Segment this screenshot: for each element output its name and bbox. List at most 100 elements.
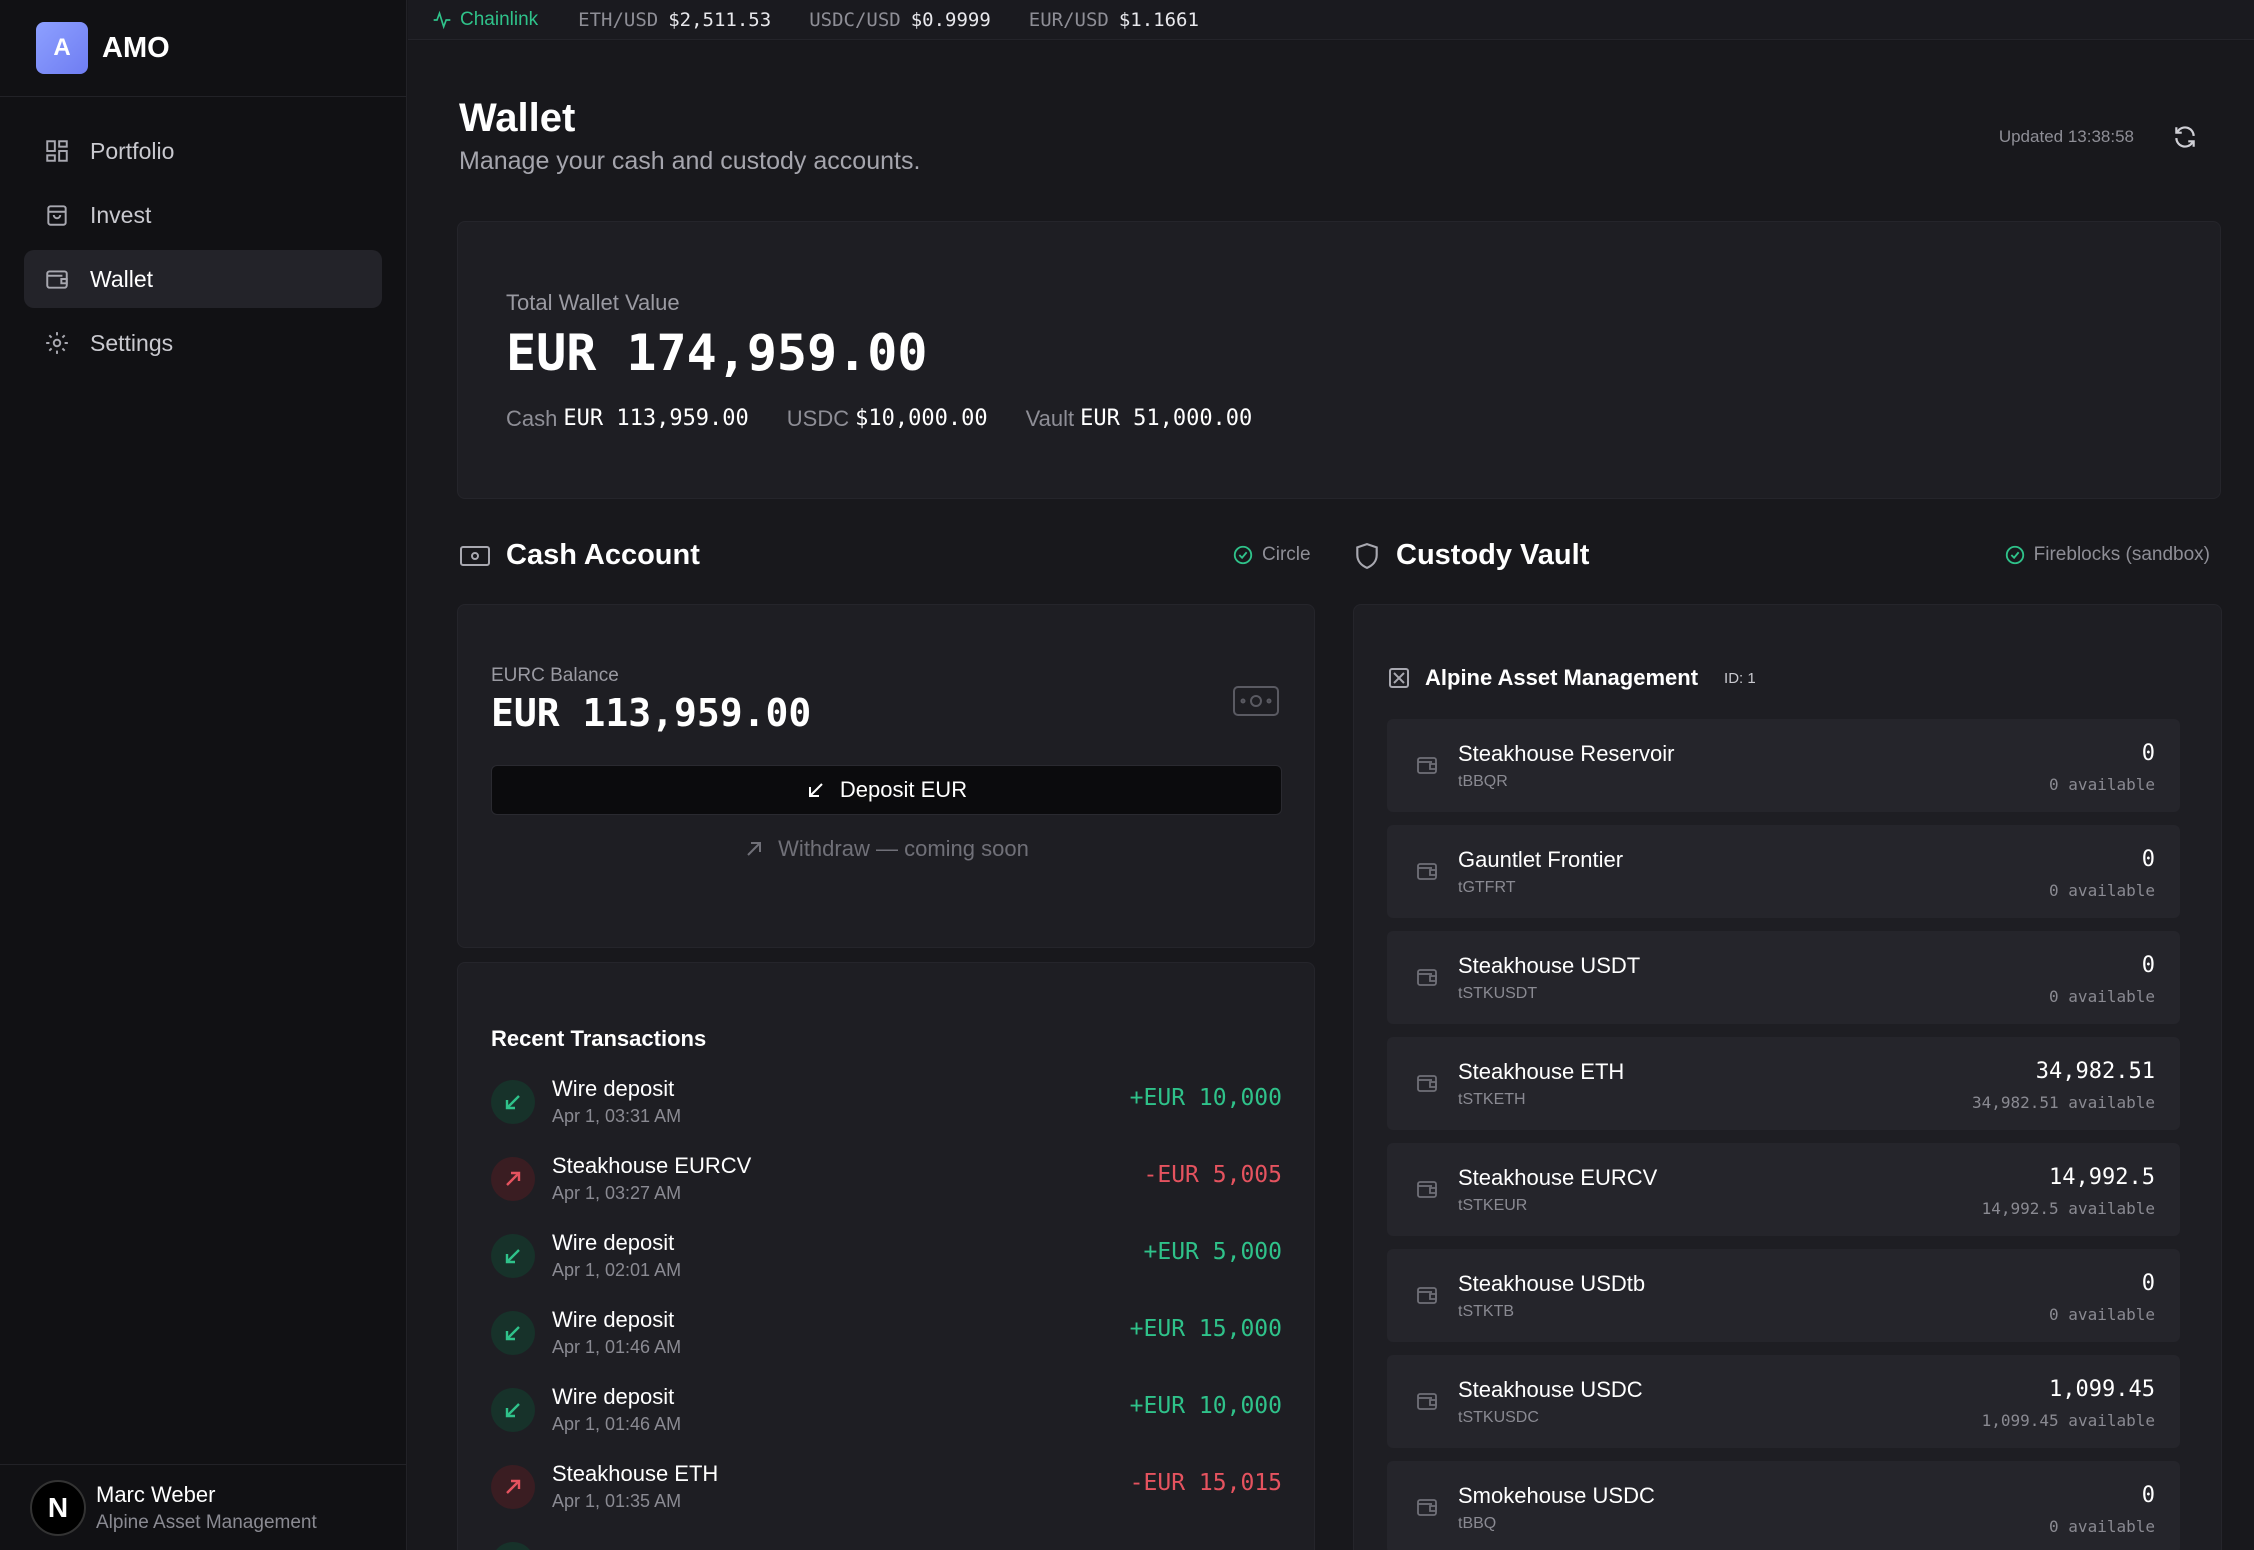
asset-available: 0 available: [2049, 1517, 2155, 1536]
asset-name: Steakhouse EURCV: [1458, 1165, 1658, 1190]
asset-available: 0 available: [2049, 1305, 2155, 1324]
withdraw-button[interactable]: Withdraw — coming soon: [491, 827, 1282, 871]
usdc-value: $10,000.00: [855, 406, 988, 431]
transactions-title: Recent Transactions: [491, 1026, 707, 1051]
eurc-balance-value: EUR 113,959.00: [491, 691, 812, 735]
vault-asset-row[interactable]: Steakhouse USDC tSTKUSDC 1,099.45 1,099.45 …: [1387, 1355, 2180, 1448]
brand[interactable]: A AMO: [0, 0, 406, 97]
asset-name: Smokehouse USDC: [1458, 1483, 1655, 1508]
user-org: Alpine Asset Management: [96, 1511, 317, 1533]
cash-provider: Circle: [1262, 544, 1311, 565]
vault-asset-row[interactable]: Steakhouse ETH tSTKETH 34,982.51 34,982.51 …: [1387, 1037, 2180, 1130]
asset-name: Gauntlet Frontier: [1458, 847, 1624, 872]
wallet-icon: [1415, 1389, 1439, 1413]
brand-name: AMO: [102, 31, 170, 64]
total-wallet-card: Total Wallet Value EUR 174,959.00 Cash E…: [457, 221, 2221, 499]
cash-account-card: EURC Balance EUR 113,959.00 Deposit EUR …: [457, 604, 1315, 948]
transaction-row[interactable]: Steakhouse EURCV Apr 1, 03:27 AM -EUR 5,00…: [491, 1140, 1282, 1217]
asset-name: Steakhouse USDT: [1458, 953, 1641, 978]
chainlink-source: Chainlink: [432, 9, 538, 31]
arrow-up-right-icon: [491, 1156, 535, 1201]
transaction-date: Apr 1, 03:27 AM: [552, 1183, 682, 1203]
user-name: Marc Weber: [96, 1481, 216, 1507]
withdraw-label: Withdraw — coming soon: [778, 836, 1029, 861]
asset-name: Steakhouse USDC: [1458, 1377, 1643, 1402]
wallet-icon: [1415, 859, 1439, 883]
sidebar-item-invest[interactable]: Invest: [24, 186, 382, 244]
sidebar-item-wallet[interactable]: Wallet: [24, 250, 382, 308]
transaction-date: Apr 1, 02:01 AM: [552, 1260, 682, 1280]
ticker-item: EUR/USD $1.1661: [1029, 9, 1199, 31]
vault-provider-status: Fireblocks (sandbox): [2004, 544, 2210, 566]
transaction-amount: -EUR 5,005: [1143, 1162, 1282, 1188]
asset-available: 14,992.5 available: [1981, 1199, 2155, 1218]
cash-label: Cash: [506, 406, 558, 431]
vault-asset-row[interactable]: Gauntlet Frontier tGTFRT 0 0 available: [1387, 825, 2180, 918]
asset-available: 0 available: [2049, 775, 2155, 794]
asset-ticker: tSTKUSDC: [1458, 1409, 1539, 1426]
bag-icon: [47, 205, 67, 226]
vault-asset-row[interactable]: Steakhouse USDtb tSTKTB 0 0 available: [1387, 1249, 2180, 1342]
asset-balance: 0: [2141, 1271, 2155, 1296]
updated-timestamp: Updated 13:38:58: [1998, 127, 2134, 146]
wallet-icon: [1415, 1071, 1439, 1095]
transaction-date: Apr 1, 01:46 AM: [552, 1414, 682, 1434]
transaction-row[interactable]: Wire deposit Apr 1, 02:01 AM +EUR 5,000: [491, 1217, 1282, 1294]
transaction-name: Wire deposit: [552, 1307, 675, 1332]
page-title: Wallet: [459, 96, 576, 140]
wallet-icon: [1415, 965, 1439, 989]
transaction-row[interactable]: Wire deposit: [491, 1525, 1282, 1550]
transaction-row[interactable]: Wire deposit Apr 1, 01:46 AM +EUR 15,000: [491, 1294, 1282, 1371]
transaction-row[interactable]: Steakhouse ETH Apr 1, 01:35 AM -EUR 15,015: [491, 1448, 1282, 1525]
sidebar-nav: Portfolio Invest Wallet Settings: [0, 97, 406, 403]
transaction-name: Wire deposit: [552, 1076, 675, 1101]
asset-ticker: tBBQR: [1458, 773, 1508, 790]
avatar: N: [30, 1479, 86, 1536]
asset-ticker: tGTFRT: [1458, 879, 1516, 896]
wallet-icon: [1415, 1177, 1439, 1201]
asset-ticker: tSTKUSDT: [1458, 985, 1538, 1002]
sidebar-item-settings[interactable]: Settings: [24, 314, 382, 372]
deposit-eur-button[interactable]: Deposit EUR: [491, 765, 1282, 815]
main-content: Wallet Manage your cash and custody acco…: [408, 41, 2254, 1550]
transaction-date: Apr 1, 03:31 AM: [552, 1106, 682, 1126]
ticker-pair: EUR/USD: [1028, 8, 1109, 31]
vault-asset-row[interactable]: Smokehouse USDC tBBQ 0 0 available: [1387, 1461, 2180, 1550]
activity-icon: [433, 10, 451, 29]
transactions-list: Wire deposit Apr 1, 03:31 AM +EUR 10,000 St…: [491, 1063, 1282, 1550]
cash-value: EUR 113,959.00: [563, 406, 749, 431]
usdc-label: USDC: [786, 406, 850, 431]
asset-balance: 0: [2141, 1483, 2155, 1508]
asset-available: 34,982.51 available: [1971, 1093, 2155, 1112]
vault-asset-row[interactable]: Steakhouse Reservoir tBBQR 0 0 available: [1387, 719, 2180, 812]
vault-assets-list: Steakhouse Reservoir tBBQR 0 0 available Gau…: [1387, 719, 2180, 1550]
transaction-row[interactable]: Wire deposit Apr 1, 01:46 AM +EUR 10,000: [491, 1371, 1282, 1448]
transaction-row[interactable]: Wire deposit Apr 1, 03:31 AM +EUR 10,000: [491, 1063, 1282, 1140]
asset-balance: 14,992.5: [2049, 1165, 2155, 1190]
ticker-pair: ETH/USD: [578, 8, 659, 31]
asset-available: 0 available: [2049, 881, 2155, 900]
arrow-down-left-icon: [491, 1079, 535, 1124]
asset-name: Steakhouse ETH: [1458, 1059, 1625, 1084]
total-label: Total Wallet Value: [506, 290, 680, 315]
asset-ticker: tBBQ: [1458, 1515, 1497, 1532]
grid-icon: [46, 140, 68, 162]
vault-account-header[interactable]: Alpine Asset Management ID: 1: [1387, 665, 1756, 691]
asset-ticker: tSTKTB: [1458, 1303, 1515, 1320]
sidebar-item-portfolio[interactable]: Portfolio: [24, 122, 382, 180]
arrow-down-left-icon: [491, 1541, 535, 1550]
cash-account-title: Cash Account: [506, 539, 700, 571]
vault-asset-row[interactable]: Steakhouse USDT tSTKUSDT 0 0 available: [1387, 931, 2180, 1024]
wallet-icon: [46, 270, 68, 289]
arrow-up-right-icon: [491, 1464, 535, 1509]
user-profile[interactable]: N Marc Weber Alpine Asset Management: [0, 1464, 407, 1550]
check-circle-icon: [2005, 545, 2024, 565]
transaction-date: Apr 1, 01:35 AM: [552, 1491, 682, 1511]
vault-asset-row[interactable]: Steakhouse EURCV tSTKEUR 14,992.5 14,992.5 …: [1387, 1143, 2180, 1236]
transaction-amount: +EUR 10,000: [1129, 1085, 1282, 1111]
refresh-icon: [2175, 126, 2195, 148]
asset-ticker: tSTKETH: [1458, 1091, 1526, 1108]
arrow-down-left-icon: [808, 783, 823, 797]
refresh-button[interactable]: [2172, 124, 2198, 150]
asset-balance: 34,982.51: [2035, 1059, 2155, 1084]
